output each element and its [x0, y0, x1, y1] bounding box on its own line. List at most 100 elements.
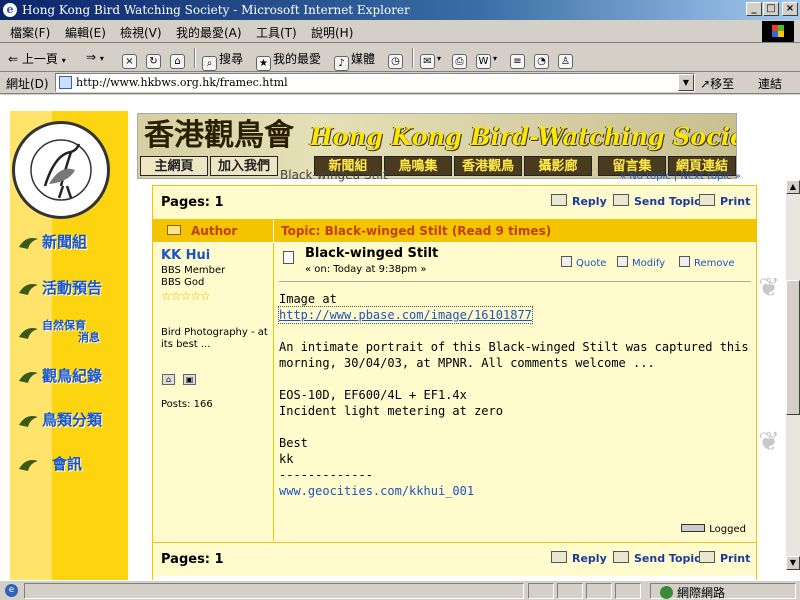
chevron-down-icon: ▾	[61, 56, 66, 65]
post-body-line: Incident light metering at zero	[279, 404, 503, 418]
go-button[interactable]: ↗移至	[700, 75, 734, 92]
homepage-icon[interactable]: ⌂	[162, 374, 175, 385]
refresh-icon: ↻	[146, 54, 161, 69]
rank-stars-icon: ☆☆☆☆☆	[161, 289, 211, 303]
send-topic-button[interactable]: Send Topic	[613, 194, 701, 208]
menu-file[interactable]: 檔案(F)	[10, 24, 50, 41]
quote-button[interactable]: Quote	[561, 256, 606, 269]
tab-join[interactable]: 加入我們	[210, 156, 278, 176]
tab-gallery[interactable]: 攝影廊	[524, 156, 592, 176]
reply-icon	[551, 551, 567, 563]
tab-birdsong[interactable]: 鳥鳴集	[384, 156, 452, 176]
user-button[interactable]: ♙	[558, 50, 575, 69]
frame-scrollbar[interactable]: ▲ ▼	[786, 180, 800, 570]
sidebar-item-newsgroup[interactable]: 新聞組	[18, 229, 126, 257]
menu-tools[interactable]: 工具(T)	[256, 24, 297, 41]
stop-icon: ×	[122, 54, 137, 69]
send-topic-button[interactable]: Send Topic	[613, 551, 701, 565]
search-label: 搜尋	[219, 52, 244, 66]
topic-navigation[interactable]: « No topic | Next topic »	[620, 171, 741, 182]
pbase-image-link[interactable]: http://www.pbase.com/image/16101877	[278, 306, 533, 324]
scroll-up-button[interactable]: ▲	[786, 180, 800, 194]
links-button[interactable]: 連結	[758, 75, 782, 92]
security-zone: 網際網路	[660, 584, 725, 600]
modify-label: Modify	[632, 258, 666, 269]
back-button[interactable]: ⇐ 上一頁 ▾	[8, 50, 66, 67]
print-topic-button[interactable]: Print	[699, 194, 750, 208]
post-content-panel: Black-winged Stilt « on: Today at 9:38pm…	[275, 243, 756, 541]
address-input[interactable]: http://www.hkbws.org.hk/framec.html ▼	[55, 73, 695, 92]
minimize-button[interactable]: _	[746, 2, 762, 16]
print-topic-button[interactable]: Print	[699, 551, 750, 565]
print-button[interactable]: ⎙	[452, 50, 469, 69]
refresh-button[interactable]: ↻	[146, 50, 163, 69]
society-logo[interactable]	[12, 121, 110, 219]
stop-button[interactable]: ×	[122, 50, 139, 69]
pages-bar-top: Pages: 1 Reply Send Topic Print	[153, 186, 756, 220]
menu-bar: 檔案(F) 編輯(E) 檢視(V) 我的最愛(A) 工具(T) 說明(H)	[0, 20, 800, 43]
print-label: Print	[720, 195, 751, 208]
send-icon	[613, 194, 629, 206]
post-author-name[interactable]: KK Hui	[161, 248, 210, 263]
history-button[interactable]: ◷	[388, 50, 405, 69]
post-count: Posts: 166	[161, 399, 213, 410]
sidebar-item-classification[interactable]: 鳥類分類	[18, 407, 126, 435]
maximize-button[interactable]: □	[763, 2, 779, 16]
messenger-button[interactable]: ◔	[534, 50, 551, 69]
post-body-line: morning, 30/04/03, at MPNR. All comments…	[279, 356, 655, 370]
sidebar-item-label: 觀鳥紀錄	[42, 367, 103, 385]
decorative-bird-icon: ❦	[758, 273, 780, 303]
menu-view[interactable]: 檢視(V)	[120, 24, 162, 41]
menu-help[interactable]: 說明(H)	[311, 24, 353, 41]
chat-icon: ◔	[534, 54, 549, 69]
printer-icon	[699, 551, 715, 563]
profile-icon[interactable]: ▣	[183, 374, 196, 385]
toolbar-separator	[412, 48, 414, 68]
scroll-thumb[interactable]	[786, 280, 800, 415]
sidebar-item-conservation[interactable]: 自然保育 消息	[18, 319, 126, 347]
author-links: ⌂ ▣	[162, 371, 204, 385]
remove-label: Remove	[694, 258, 735, 269]
post-body-line: -------------	[279, 468, 373, 482]
favorites-button[interactable]: ★ 我的最愛	[256, 50, 321, 71]
post-body-line: Image at	[279, 292, 337, 306]
author-header: Author	[191, 224, 238, 238]
modify-button[interactable]: Modify	[617, 256, 665, 269]
mail-button[interactable]: ✉ ▾	[420, 50, 441, 69]
reply-button[interactable]: Reply	[551, 551, 607, 565]
home-button[interactable]: ⌂	[170, 50, 187, 69]
sidebar-item-events[interactable]: 活動預告	[18, 275, 126, 303]
send-topic-label: Send Topic	[634, 552, 701, 565]
sidebar-item-newsletter[interactable]: 會訊	[18, 451, 126, 479]
search-button[interactable]: ⌕ 搜尋	[202, 50, 243, 71]
go-arrow-icon: ↗	[700, 77, 711, 91]
tab-hk-birding[interactable]: 香港觀鳥	[454, 156, 522, 176]
remove-button[interactable]: Remove	[679, 256, 735, 269]
bird-icon	[19, 372, 38, 383]
edit-button[interactable]: W ▾	[476, 50, 497, 69]
user-icon: ♙	[558, 54, 573, 69]
sidebar-item-label: 新聞組	[42, 233, 88, 251]
post-author-rank: BBS Member BBS God	[161, 265, 225, 289]
menu-favorites[interactable]: 我的最愛(A)	[176, 24, 242, 41]
forward-button[interactable]: ⇒ ▾	[86, 50, 104, 64]
address-dropdown[interactable]: ▼	[678, 74, 694, 91]
post-date: « on: Today at 9:38pm »	[305, 264, 427, 275]
favorites-label: 我的最愛	[273, 52, 322, 66]
member-rank: BBS Member	[161, 265, 226, 276]
reply-button[interactable]: Reply	[551, 194, 607, 208]
member-title: BBS God	[161, 277, 205, 288]
sidebar-item-records[interactable]: 觀鳥紀錄	[18, 363, 126, 391]
scroll-down-button[interactable]: ▼	[786, 556, 800, 570]
zone-label: 網際網路	[677, 586, 726, 600]
geocities-link[interactable]: www.geocities.com/kkhui_001	[279, 483, 751, 499]
tab-home[interactable]: 主網頁	[140, 156, 208, 176]
discuss-button[interactable]: ≡	[510, 50, 527, 69]
menu-edit[interactable]: 編輯(E)	[65, 24, 106, 41]
media-button[interactable]: ♪ 媒體	[334, 50, 375, 71]
sidebar-item-label: 活動預告	[42, 279, 103, 297]
close-button[interactable]: ×	[782, 2, 798, 16]
bird-icon	[19, 416, 38, 427]
sidebar-item-label: 鳥類分類	[42, 411, 103, 429]
pages-label: Pages: 1	[161, 552, 224, 567]
